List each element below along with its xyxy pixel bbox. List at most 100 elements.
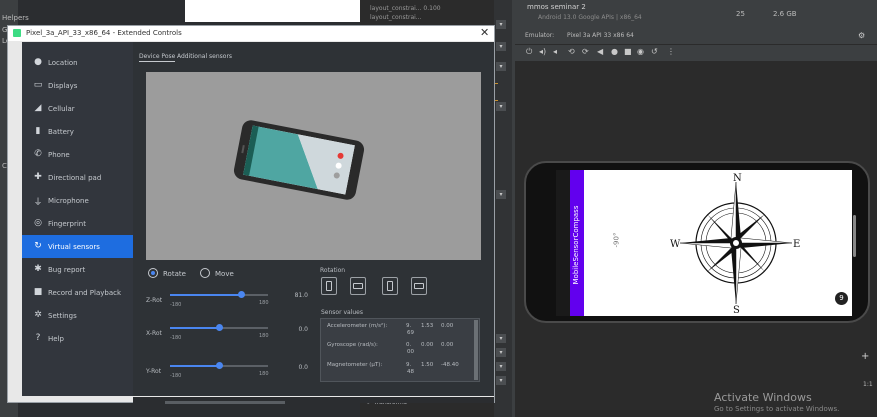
ide-dropdown-button[interactable]: ▾ <box>496 20 506 29</box>
sensor-value: 69 <box>407 330 414 336</box>
microphone-icon: ⏚ <box>33 198 43 208</box>
sidebar-item-label: Microphone <box>48 197 89 205</box>
phone-icon: ✆ <box>34 149 42 159</box>
back-icon[interactable]: ◀ <box>597 47 603 57</box>
sensor-values-label: Sensor values <box>321 309 363 316</box>
rotate-reverse-landscape-button[interactable] <box>411 277 427 295</box>
zoom-in-button[interactable]: + <box>861 351 869 362</box>
screenshot-icon[interactable]: ◉ <box>637 47 644 57</box>
horizontal-scrollbar[interactable] <box>165 401 285 404</box>
sensor-name: Accelerometer (m/s²): <box>327 323 388 329</box>
power-icon[interactable]: ⏻ <box>526 47 532 57</box>
close-button[interactable]: ✕ <box>480 27 489 39</box>
volume-down-icon[interactable]: ◂ <box>553 47 557 57</box>
sensor-value: -48.40 <box>441 362 459 368</box>
sidebar-item-label: Location <box>48 59 78 67</box>
device-pose-viewport[interactable] <box>146 72 481 260</box>
sidebar-item-label: Help <box>48 335 64 343</box>
zoom-ratio-button[interactable]: 1:1 <box>863 381 873 388</box>
ide-dropdown-button[interactable]: ▾ <box>496 376 506 385</box>
device-side-button[interactable] <box>853 215 856 257</box>
slider-value: 81.0 <box>294 292 308 299</box>
sensor-value: 9. <box>406 323 412 329</box>
slider-min: -180 <box>170 335 182 341</box>
tab-device-pose[interactable]: Device Pose <box>139 53 176 62</box>
ide-dropdown-button[interactable]: ▾ <box>496 190 506 199</box>
floating-action-button[interactable]: 9 <box>835 292 848 305</box>
ide-text: Helpers <box>2 14 29 22</box>
sensor-value: 9. <box>406 362 412 368</box>
display-icon: ▭ <box>33 80 43 90</box>
battery-icon: ▮ <box>35 126 41 136</box>
more-icon[interactable]: ⋮ <box>667 47 675 57</box>
location-pin-icon: ● <box>34 57 42 67</box>
rotate-landscape-button[interactable] <box>350 277 366 295</box>
east-label: E <box>793 239 800 250</box>
bug-icon: ✱ <box>34 264 42 274</box>
west-label: W <box>670 239 681 250</box>
ide-dropdown-button[interactable]: ▾ <box>496 362 506 371</box>
dpad-icon: ✚ <box>34 172 42 182</box>
fingerprint-icon: ◎ <box>34 218 42 228</box>
sidebar-item-label: Battery <box>48 128 74 136</box>
sensor-value: 00 <box>407 349 414 355</box>
sensor-value: 0.00 <box>421 342 434 348</box>
rotate-radio[interactable] <box>148 268 158 278</box>
ide-dropdown-button[interactable]: ▾ <box>496 102 506 111</box>
sensor-name: Gyroscope (rad/s): <box>327 342 378 348</box>
rotate-left-icon[interactable]: ⟲ <box>568 47 575 57</box>
gear-icon[interactable]: ⚙ <box>858 31 865 40</box>
slider-thumb[interactable] <box>238 291 246 298</box>
rotate-right-icon[interactable]: ⟳ <box>582 47 589 57</box>
sensor-value: 0.00 <box>441 342 454 348</box>
cellular-icon: ◢ <box>34 103 42 113</box>
south-label: S <box>733 305 740 316</box>
slider-max: 180 <box>259 333 269 339</box>
emulator-label: Emulator: <box>525 32 555 39</box>
tab-additional-sensors[interactable]: Additional sensors <box>177 53 232 60</box>
rotate-label: Rotate <box>163 270 186 278</box>
home-icon[interactable]: ● <box>611 47 618 57</box>
android-icon <box>13 29 21 37</box>
ide-dropdown-button[interactable]: ▾ <box>496 42 506 51</box>
move-radio[interactable] <box>200 268 210 278</box>
rotate-portrait-button[interactable] <box>321 277 337 295</box>
sensor-values-scrollbar[interactable] <box>474 320 478 380</box>
virtual-sensors-icon: ↻ <box>34 241 42 251</box>
device-name: mmos seminar 2 <box>527 3 586 11</box>
sidebar-item-label: Cellular <box>48 105 75 113</box>
undo-icon[interactable]: ↺ <box>651 47 658 57</box>
slider-fill <box>170 327 219 329</box>
sidebar-item-label: Directional pad <box>48 174 102 182</box>
sensor-value: 0.00 <box>441 323 454 329</box>
activate-windows-title: Activate Windows <box>714 391 812 404</box>
sensor-value: 1.50 <box>421 362 434 368</box>
slider-max: 180 <box>259 300 269 306</box>
move-label: Move <box>215 270 234 278</box>
gear-icon: ✲ <box>34 310 42 320</box>
ide-dropdown-button[interactable]: ▾ <box>496 62 506 71</box>
sidebar-item-label: Fingerprint <box>48 220 86 228</box>
overview-icon[interactable]: ■ <box>624 47 632 57</box>
ide-dropdown-button[interactable]: ▾ <box>496 348 506 357</box>
slider-thumb[interactable] <box>216 362 223 369</box>
ide-dropdown-button[interactable]: ▾ <box>496 334 506 343</box>
slider-fill <box>170 294 242 296</box>
sensor-name: Magnetometer (μT): <box>327 362 383 368</box>
slider-min: -180 <box>170 373 182 379</box>
help-icon: ? <box>35 333 41 343</box>
slider-thumb[interactable] <box>216 324 223 331</box>
device-api: 25 <box>736 10 745 18</box>
slider-min: -180 <box>170 302 182 308</box>
sensor-value: 0. <box>406 342 412 348</box>
volume-up-icon[interactable]: ◂) <box>539 47 546 57</box>
rotate-reverse-portrait-button[interactable] <box>382 277 398 295</box>
slider-fill <box>170 365 219 367</box>
device-subtitle: Android 13.0 Google APIs | x86_64 <box>538 14 642 21</box>
status-bar <box>556 170 570 316</box>
device-size: 2.6 GB <box>773 10 797 18</box>
window-title: Pixel_3a_API_33_x86_64 - Extended Contro… <box>26 29 182 37</box>
slider-label: X-Rot <box>146 330 162 337</box>
emulator-device-tab[interactable]: Pixel 3a API 33 x86 64 <box>567 32 634 39</box>
sidebar-item-label: Settings <box>48 312 77 320</box>
